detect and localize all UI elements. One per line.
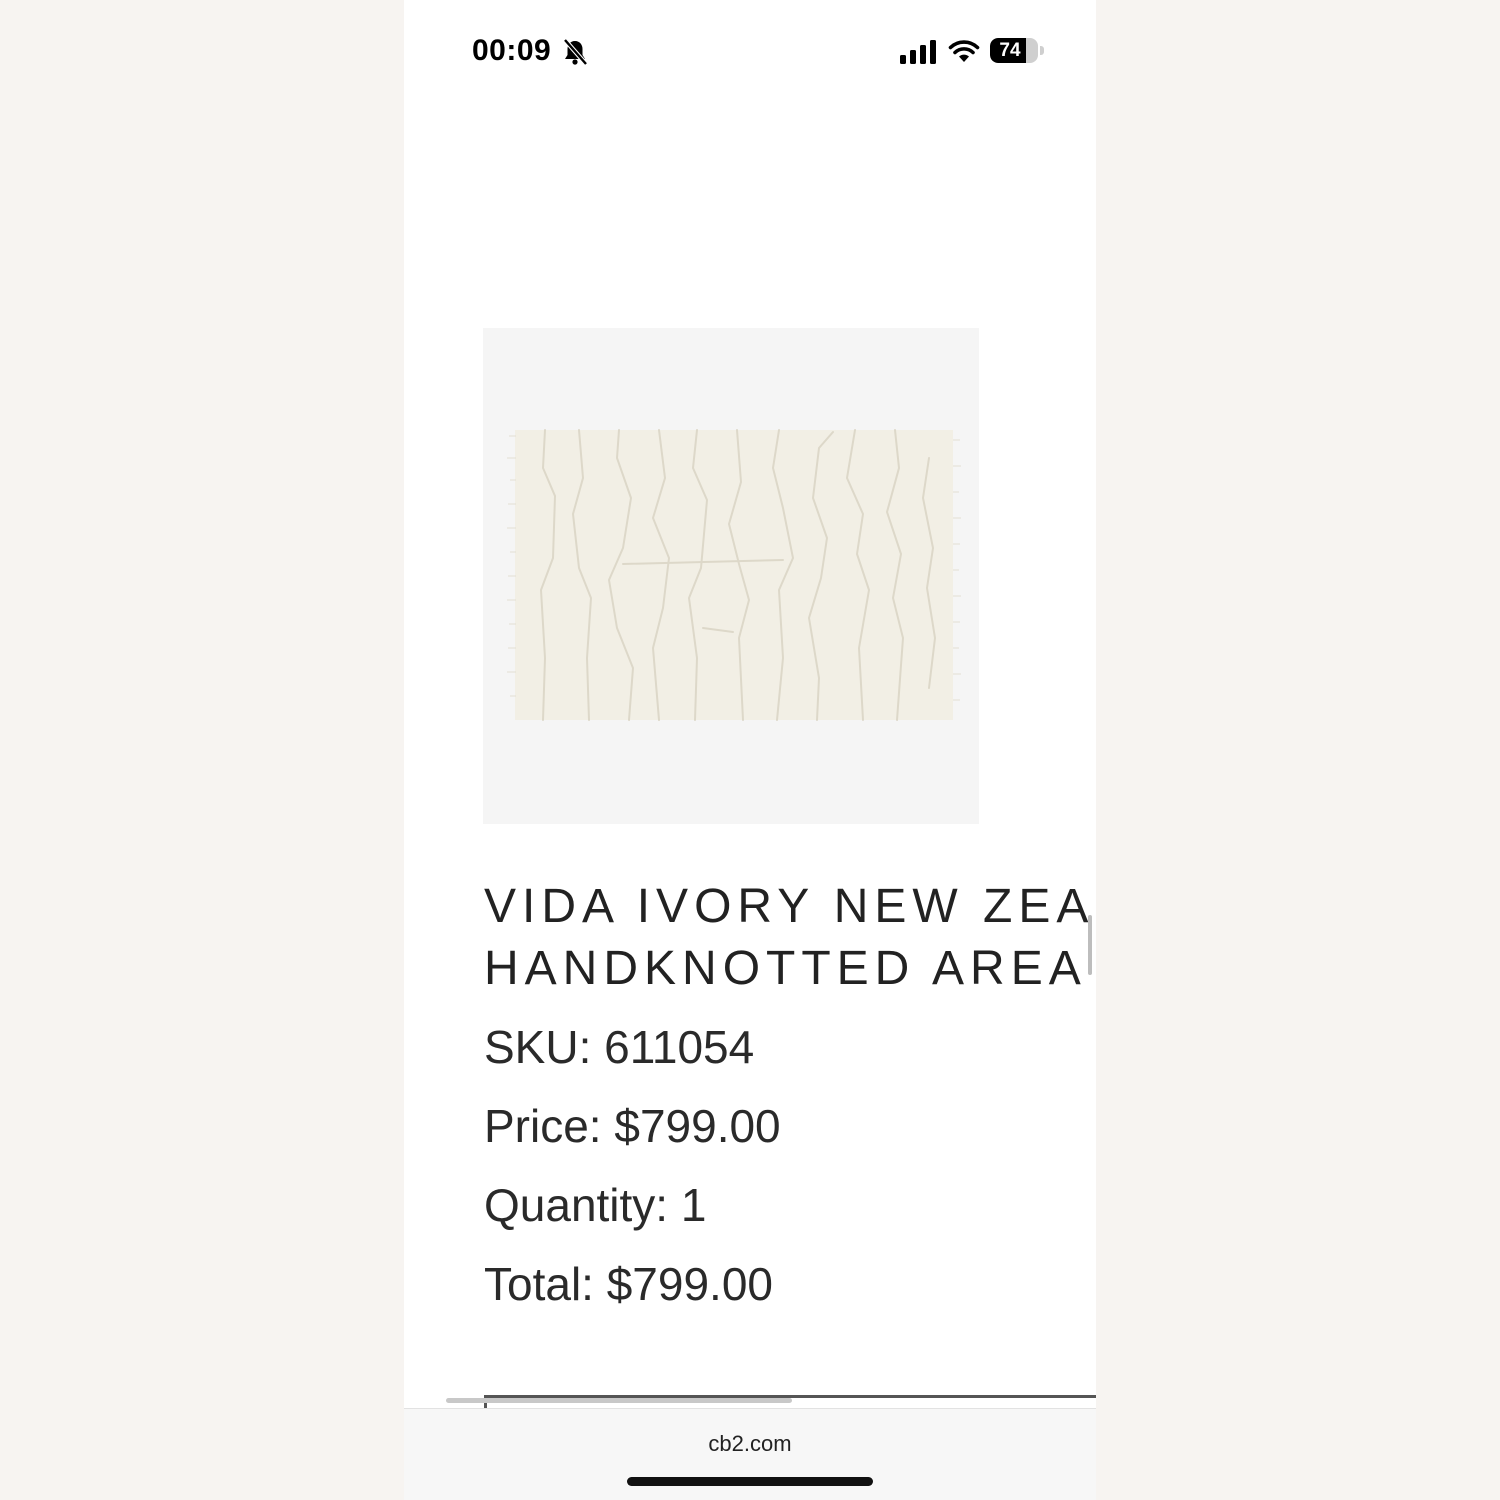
- product-title-line-2: HANDKNOTTED AREA: [484, 942, 1087, 995]
- rug-image: [483, 328, 979, 824]
- product-title: VIDA IVORY NEW ZEA HANDKNOTTED AREA: [484, 876, 1096, 1000]
- battery-percentage: 74: [999, 40, 1021, 61]
- product-price: Price: $799.00: [484, 1100, 781, 1152]
- battery-icon: 74: [990, 38, 1038, 63]
- url-label[interactable]: cb2.com: [404, 1431, 1096, 1457]
- phone-screen: 00:09 74 VIDA IVORY NEW ZEA HANDKNOTTED …: [404, 0, 1096, 1500]
- browser-address-bar[interactable]: cb2.com: [404, 1408, 1096, 1500]
- page-scrollbar[interactable]: [446, 1398, 792, 1403]
- cellular-signal-icon: [900, 40, 936, 64]
- horizontal-scroll-indicator[interactable]: [1088, 915, 1092, 975]
- product-sku: SKU: 611054: [484, 1021, 755, 1073]
- product-total: Total: $799.00: [484, 1258, 774, 1310]
- product-image[interactable]: [483, 328, 979, 824]
- home-indicator[interactable]: [627, 1477, 873, 1486]
- product-quantity: Quantity: 1: [484, 1179, 707, 1231]
- bell-slash-icon: [563, 38, 588, 66]
- battery-tip: [1040, 46, 1044, 55]
- status-time: 00:09: [472, 34, 552, 67]
- wifi-icon: [948, 40, 980, 62]
- product-title-line-1: VIDA IVORY NEW ZEA: [484, 880, 1095, 933]
